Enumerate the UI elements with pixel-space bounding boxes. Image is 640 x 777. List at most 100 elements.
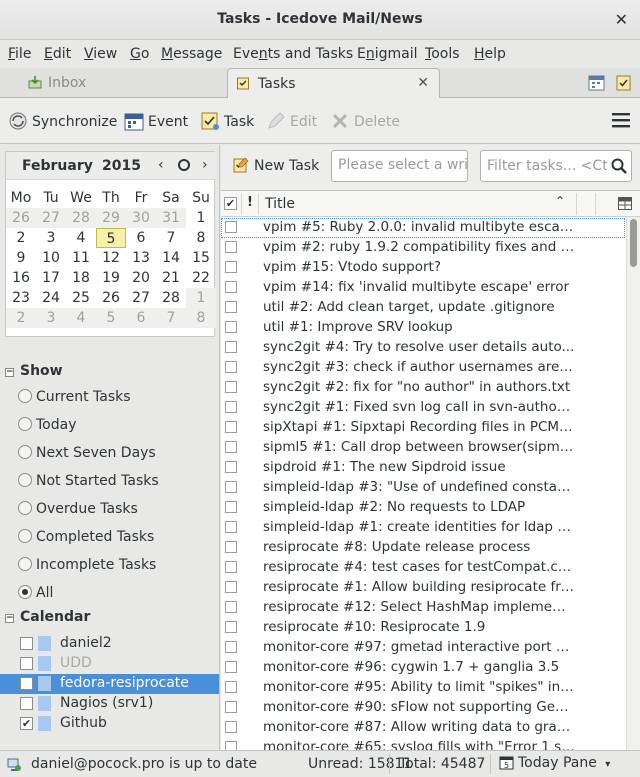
day-cell[interactable]: 5 [96,308,126,328]
day-cell[interactable]: 14 [156,248,186,268]
calendar-item[interactable]: fedora-resiprocate [0,674,219,694]
task-complete-checkbox[interactable] [225,461,237,473]
task-row[interactable]: vpim #14: fix 'invalid multibyte escape'… [221,278,625,298]
priority-column-icon[interactable]: ! [247,195,253,210]
tab-close-icon[interactable]: ✕ [417,75,429,91]
task-complete-checkbox[interactable] [225,661,237,673]
task-row[interactable]: sync2git #3: check if author usernames a… [221,358,625,378]
day-cell[interactable]: 28 [156,288,186,308]
day-cell[interactable]: 7 [156,228,186,248]
day-cell[interactable]: 8 [186,308,216,328]
day-cell[interactable]: 19 [96,268,126,288]
day-cell[interactable]: 23 [6,288,36,308]
day-cell[interactable]: 15 [186,248,216,268]
menu-file[interactable]: File [8,46,31,62]
show-section-header[interactable]: − Show [5,363,63,379]
calendar-checkbox[interactable] [20,637,33,650]
task-complete-checkbox[interactable] [225,521,237,533]
task-row[interactable]: sync2git #2: fix for "no author" in auth… [221,378,625,398]
day-cell[interactable]: 25 [66,288,96,308]
task-row[interactable]: simpleid-ldap #3: "Use of undefined cons… [221,478,625,498]
day-cell[interactable]: 26 [6,208,36,228]
day-cell[interactable]: 21 [156,268,186,288]
new-task-button[interactable]: New Task [233,157,319,174]
day-cell[interactable]: 6 [126,308,156,328]
radio-button[interactable] [18,445,32,459]
task-row[interactable]: resiprocate #1: Allow building resiproca… [221,578,625,598]
task-complete-checkbox[interactable] [225,501,237,513]
calendar-item[interactable]: ✔ Github [0,714,219,734]
day-cell[interactable]: 28 [66,208,96,228]
previous-month-icon[interactable]: ‹ [158,157,164,173]
mini-month-year[interactable]: 2015 [102,158,141,174]
task-complete-checkbox[interactable] [225,601,237,613]
calendar-section-header[interactable]: − Calendar [5,609,90,625]
task-row[interactable]: util #1: Improve SRV lookup [221,318,625,338]
task-row[interactable]: sipml5 #1: Call drop between browser(sip… [221,438,625,458]
task-row[interactable]: monitor-core #96: cygwin 1.7 + ganglia 3… [221,658,625,678]
task-row[interactable]: monitor-core #87: Allow writing data to … [221,718,625,738]
calendar-checkbox[interactable]: ✔ [20,717,33,730]
task-row[interactable]: vpim #5: Ruby 2.0.0: invalid multibyte e… [221,218,625,238]
calendar-checkbox[interactable] [20,657,33,670]
day-cell[interactable]: 11 [66,248,96,268]
menu-go[interactable]: Go [130,46,149,62]
task-complete-checkbox[interactable] [225,361,237,373]
completed-column-checkbox[interactable]: ✔ [224,197,237,210]
task-list-scrollbar[interactable] [626,217,640,750]
online-status-icon[interactable] [6,756,22,772]
task-complete-checkbox[interactable] [225,621,237,633]
day-cell[interactable]: 30 [126,208,156,228]
show-option-completed-tasks[interactable]: Completed Tasks [18,529,154,549]
task-complete-checkbox[interactable] [225,581,237,593]
column-picker-icon[interactable] [618,197,632,210]
radio-button[interactable] [18,389,32,403]
day-cell[interactable]: 17 [36,268,66,288]
scrollbar-thumb[interactable] [630,219,637,267]
day-cell[interactable]: 12 [96,248,126,268]
day-cell[interactable]: 10 [36,248,66,268]
task-row[interactable]: sipdroid #1: The new Sipdroid issue [221,458,625,478]
task-complete-checkbox[interactable] [225,541,237,553]
menu-tools[interactable]: Tools [425,46,460,62]
menu-enigmail[interactable]: Enigmail [357,46,418,62]
task-complete-checkbox[interactable] [225,421,237,433]
day-cell[interactable]: 4 [66,228,96,248]
calendar-item[interactable]: Nagios (srv1) [0,694,219,714]
show-option-today[interactable]: Today [18,417,77,437]
task-row[interactable]: resiprocate #12: Select HashMap implemem… [221,598,625,618]
day-cell[interactable]: 22 [186,268,216,288]
task-complete-checkbox[interactable] [225,701,237,713]
filter-tasks-input[interactable]: Filter tasks... <Ctrl- [487,158,607,174]
show-option-overdue-tasks[interactable]: Overdue Tasks [18,501,138,521]
day-cell[interactable]: 20 [126,268,156,288]
day-cell[interactable]: 1 [186,208,216,228]
new-event-button[interactable]: Event [124,111,188,131]
day-cell[interactable]: 3 [36,228,66,248]
task-complete-checkbox[interactable] [225,441,237,453]
task-row[interactable]: sync2git #1: Fixed svn log call in svn-a… [221,398,625,418]
task-complete-checkbox[interactable] [225,721,237,733]
task-row[interactable]: resiprocate #4: test cases for testCompa… [221,558,625,578]
day-cell[interactable]: 9 [6,248,36,268]
radio-button[interactable] [18,585,32,599]
tab-tasks[interactable]: Tasks ✕ [227,68,440,99]
collapse-icon[interactable]: − [5,368,14,377]
day-cell[interactable]: 24 [36,288,66,308]
task-row[interactable]: vpim #15: Vtodo support? [221,258,625,278]
show-option-incomplete-tasks[interactable]: Incomplete Tasks [18,557,156,577]
task-complete-checkbox[interactable] [225,301,237,313]
task-complete-checkbox[interactable] [225,401,237,413]
day-cell[interactable]: 13 [126,248,156,268]
day-cell[interactable]: 3 [36,308,66,328]
filter-tasks-field[interactable]: Filter tasks... <Ctrl- [480,150,632,182]
collapse-icon[interactable]: − [5,614,14,623]
menu-message[interactable]: Message [161,46,222,62]
menu-view[interactable]: View [84,46,117,62]
today-icon[interactable] [178,159,190,171]
day-cell[interactable]: 27 [126,288,156,308]
show-option-not-started-tasks[interactable]: Not Started Tasks [18,473,159,493]
show-option-all[interactable]: All [18,585,53,605]
task-row[interactable]: monitor-core #90: sFlow not supporting G… [221,698,625,718]
task-complete-checkbox[interactable] [225,741,237,750]
